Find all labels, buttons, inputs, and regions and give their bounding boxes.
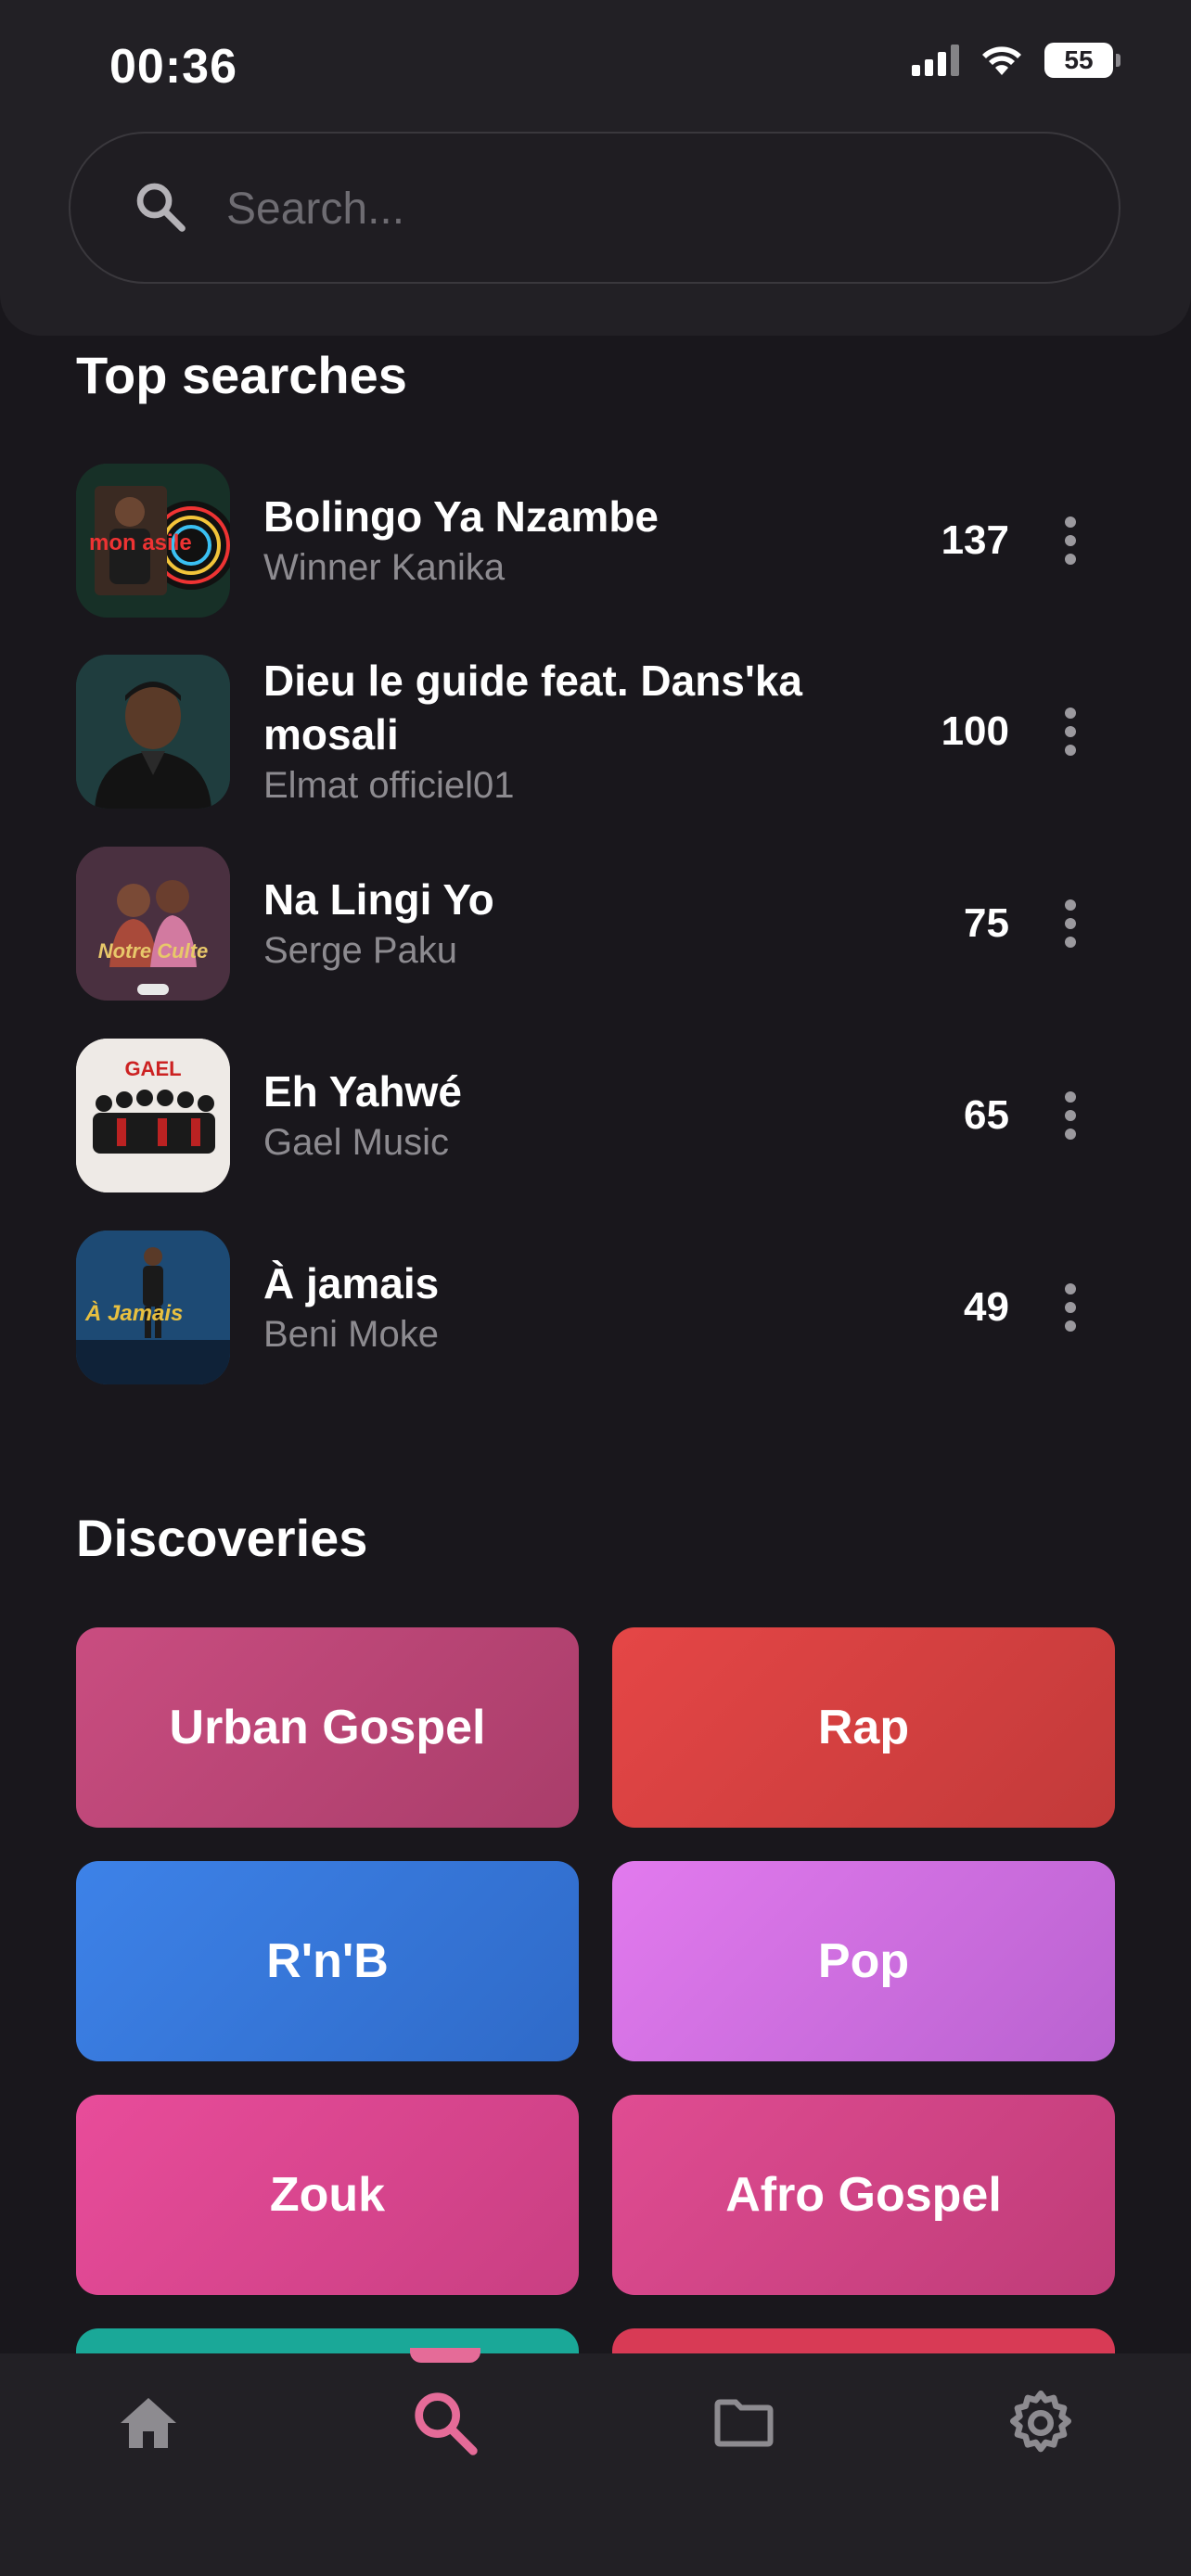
search-count: 65 <box>964 1092 1009 1138</box>
bottom-nav <box>0 2348 1191 2576</box>
genre-tile-afro-gospel[interactable]: Afro Gospel <box>612 2095 1115 2295</box>
nav-settings[interactable] <box>967 2353 1115 2493</box>
track-artist: Serge Paku <box>263 930 458 971</box>
track-title: Dieu le guide feat. Dans'ka mosali <box>263 657 802 759</box>
more-options-icon[interactable] <box>1052 896 1089 951</box>
home-icon <box>121 2398 176 2448</box>
search-count: 75 <box>964 900 1009 946</box>
search-input[interactable] <box>224 171 1063 247</box>
album-art: GAEL <box>76 1039 230 1192</box>
album-art: À Jamais <box>76 1231 230 1384</box>
search-bar[interactable] <box>69 132 1121 284</box>
more-options-icon[interactable] <box>1052 513 1089 568</box>
more-options-icon[interactable] <box>1052 1088 1089 1143</box>
track-artist: Beni Moke <box>263 1314 439 1355</box>
album-art <box>76 655 230 809</box>
battery-icon: 55 <box>1044 43 1121 78</box>
status-icons: 55 <box>912 43 1121 78</box>
cellular-signal-icon <box>912 45 959 76</box>
genre-tile-rnb[interactable]: R'n'B <box>76 1861 579 2061</box>
search-icon <box>136 183 186 232</box>
track-title: À jamais <box>263 1259 440 1307</box>
track-row[interactable]: GAEL Eh Yahwé Gael Music 65 <box>76 1039 1115 1192</box>
genre-tile-pop[interactable]: Pop <box>612 1861 1115 2061</box>
track-title: Eh Yahwé <box>263 1067 462 1116</box>
folder-icon <box>714 2399 774 2447</box>
nav-home[interactable] <box>74 2353 223 2493</box>
status-time: 00:36 <box>109 40 237 94</box>
track-artist: Winner Kanika <box>263 547 506 588</box>
track-row[interactable]: À Jamais À jamais Beni Moke 49 <box>76 1231 1115 1384</box>
album-art-caption: GAEL <box>124 1057 182 1080</box>
genre-tile-urban-gospel[interactable]: Urban Gospel <box>76 1627 579 1828</box>
track-title: Bolingo Ya Nzambe <box>263 492 660 541</box>
search-count: 100 <box>941 708 1009 754</box>
more-options-icon[interactable] <box>1052 704 1089 759</box>
genre-tile-rap[interactable]: Rap <box>612 1627 1115 1828</box>
album-art-caption: Notre Culte <box>97 939 209 963</box>
search-count: 137 <box>941 517 1009 563</box>
active-tab-indicator <box>410 2348 480 2363</box>
search-header: 00:36 55 <box>0 0 1191 336</box>
status-bar: 00:36 55 <box>0 0 1191 130</box>
album-art: Notre Culte <box>76 847 230 1001</box>
genre-tile-zouk[interactable]: Zouk <box>76 2095 579 2295</box>
top-searches-title: Top searches <box>76 346 407 404</box>
track-row[interactable]: mon asile Bolingo Ya Nzambe Winner Kanik… <box>76 464 1115 618</box>
search-icon <box>415 2392 478 2455</box>
album-art: mon asile <box>76 464 230 618</box>
more-options-icon[interactable] <box>1052 1280 1089 1335</box>
nav-search[interactable] <box>371 2348 519 2493</box>
album-art-caption: mon asile <box>89 530 192 555</box>
search-count: 49 <box>964 1284 1009 1330</box>
track-title: Na Lingi Yo <box>263 875 494 924</box>
wifi-icon <box>982 46 1021 75</box>
album-art-caption: À Jamais <box>85 1301 184 1326</box>
track-artist: Gael Music <box>263 1122 450 1163</box>
gear-icon <box>1010 2391 1071 2453</box>
battery-level: 55 <box>1064 45 1094 74</box>
track-row[interactable]: Dieu le guide feat. Dans'ka mosali Elmat… <box>76 655 1115 809</box>
nav-library[interactable] <box>670 2353 818 2493</box>
track-artist: Elmat officiel01 <box>263 765 515 806</box>
track-row[interactable]: Notre Culte Na Lingi Yo Serge Paku 75 <box>76 847 1115 1001</box>
discoveries-title: Discoveries <box>76 1509 368 1567</box>
